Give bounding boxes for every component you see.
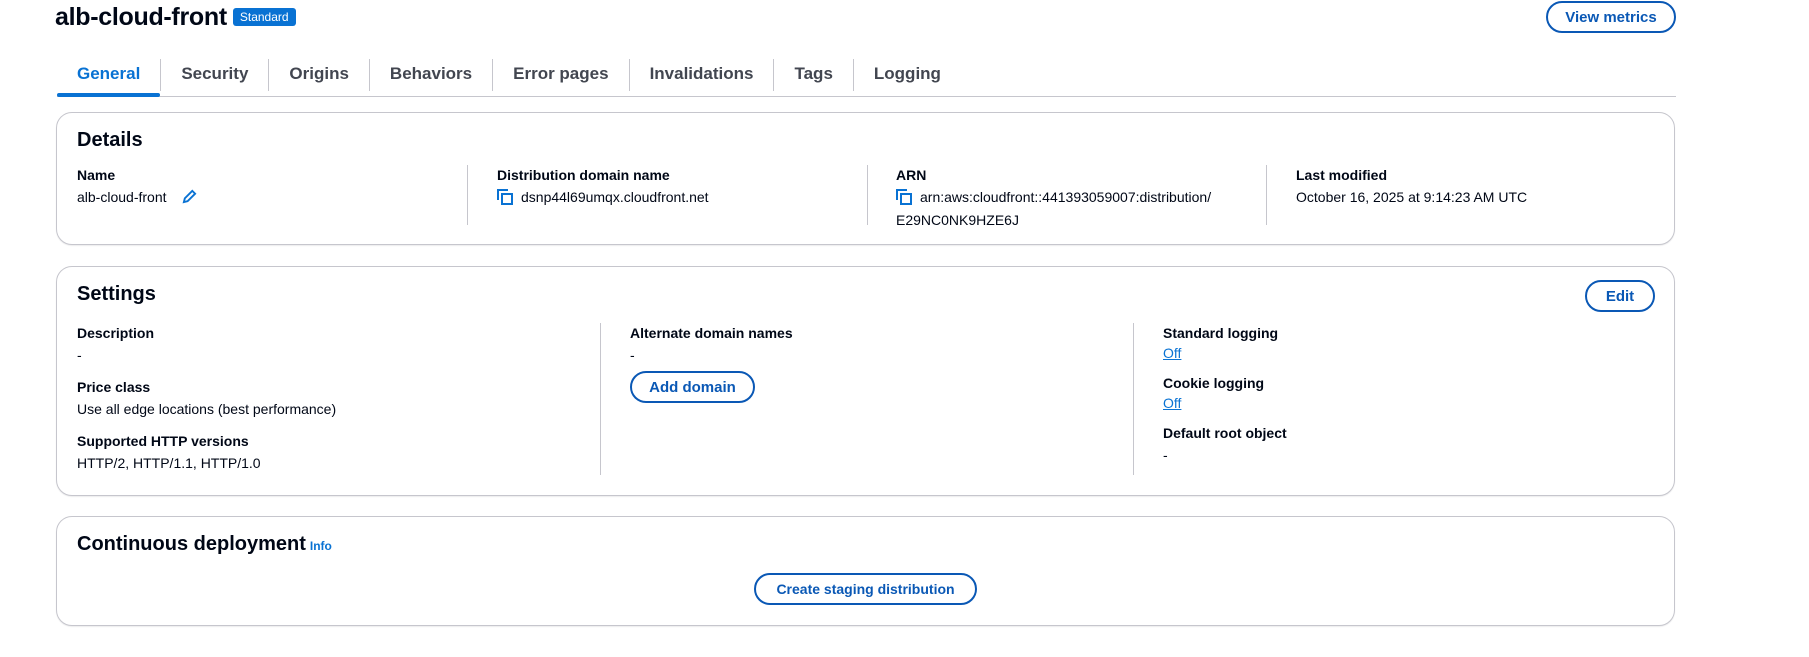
alt-domains-value: - <box>630 347 635 363</box>
create-staging-distribution-button[interactable]: Create staging distribution <box>754 573 977 605</box>
arn-value-line2: E29NC0NK9HZE6J <box>896 212 1019 228</box>
domain-field: Distribution domain name dsnp44l69umqx.c… <box>497 167 709 210</box>
arn-label: ARN <box>896 167 927 183</box>
standard-logging-value[interactable]: Off <box>1163 345 1287 361</box>
modified-label: Last modified <box>1296 167 1388 183</box>
tab-logging[interactable]: Logging <box>854 52 961 96</box>
modified-field: Last modified October 16, 2025 at 9:14:2… <box>1296 167 1527 207</box>
column-divider <box>1133 323 1134 475</box>
settings-middle-column: Alternate domain names - <box>630 325 793 365</box>
continuous-deployment-title: Continuous deployment <box>77 533 306 555</box>
standard-logging-label: Standard logging <box>1163 325 1279 341</box>
settings-right-column: Standard logging Off Cookie logging Off … <box>1163 325 1287 465</box>
name-value: alb-cloud-front <box>77 189 167 205</box>
description-label: Description <box>77 325 155 341</box>
cookie-logging-label: Cookie logging <box>1163 375 1265 391</box>
view-metrics-button[interactable]: View metrics <box>1546 1 1676 33</box>
alt-domains-label: Alternate domain names <box>630 325 793 341</box>
settings-title: Settings <box>77 283 156 305</box>
pencil-icon[interactable] <box>182 189 197 209</box>
price-class-label: Price class <box>77 379 151 395</box>
default-root-object-value: - <box>1163 447 1168 463</box>
tab-general[interactable]: General <box>57 52 161 97</box>
domain-label: Distribution domain name <box>497 167 670 183</box>
column-divider <box>1266 165 1267 225</box>
column-divider <box>467 165 468 225</box>
tab-bar: General Security Origins Behaviors Error… <box>57 52 1676 97</box>
info-link[interactable]: Info <box>310 539 332 553</box>
page-header: alb-cloud-front Standard <box>55 0 296 34</box>
price-class-value: Use all edge locations (best performance… <box>77 401 337 417</box>
cookie-logging-value[interactable]: Off <box>1163 395 1287 411</box>
http-versions-label: Supported HTTP versions <box>77 433 249 449</box>
copy-icon[interactable] <box>896 189 912 210</box>
tab-behaviors[interactable]: Behaviors <box>370 52 492 96</box>
arn-value-row: arn:aws:cloudfront::441393059007:distrib… <box>896 187 1211 230</box>
description-value: - <box>77 347 82 363</box>
edit-button[interactable]: Edit <box>1585 280 1655 312</box>
arn-field: ARN arn:aws:cloudfront::441393059007:dis… <box>896 167 1211 230</box>
add-domain-button[interactable]: Add domain <box>630 371 755 403</box>
arn-value-line1: arn:aws:cloudfront::441393059007:distrib… <box>920 189 1212 205</box>
tab-error-pages[interactable]: Error pages <box>493 52 628 96</box>
details-panel: Details Name alb-cloud-front Distributio… <box>56 112 1675 245</box>
domain-value-row: dsnp44l69umqx.cloudfront.net <box>497 187 709 210</box>
column-divider <box>867 165 868 225</box>
default-root-object-label: Default root object <box>1163 425 1287 441</box>
continuous-deployment-panel: Continuous deployment Info Create staging… <box>56 516 1675 626</box>
http-versions-value: HTTP/2, HTTP/1.1, HTTP/1.0 <box>77 455 261 471</box>
copy-icon[interactable] <box>497 189 513 210</box>
continuous-deployment-title-row: Continuous deployment Info <box>77 533 332 556</box>
domain-value: dsnp44l69umqx.cloudfront.net <box>521 189 709 205</box>
tab-security[interactable]: Security <box>161 52 268 96</box>
status-badge: Standard <box>232 8 296 26</box>
details-title: Details <box>77 129 143 151</box>
tab-tags[interactable]: Tags <box>774 52 852 96</box>
settings-left-column: Description - Price class Use all edge l… <box>77 325 336 473</box>
column-divider <box>600 323 601 475</box>
name-value-row: alb-cloud-front <box>77 187 197 209</box>
name-label: Name <box>77 167 116 183</box>
settings-panel: Settings Edit Description - Price class … <box>56 266 1675 496</box>
tab-invalidations[interactable]: Invalidations <box>630 52 774 96</box>
page-title: alb-cloud-front <box>55 2 227 31</box>
name-field: Name alb-cloud-front <box>77 167 197 209</box>
tab-origins[interactable]: Origins <box>269 52 369 96</box>
modified-value: October 16, 2025 at 9:14:23 AM UTC <box>1296 189 1528 205</box>
